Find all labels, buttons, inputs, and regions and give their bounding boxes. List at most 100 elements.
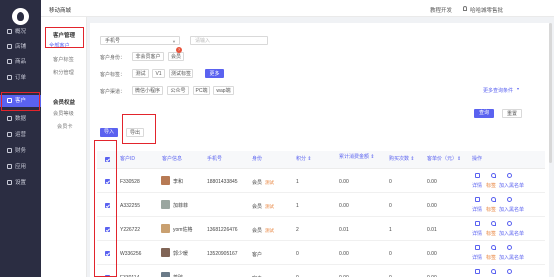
nav-item-settings[interactable]: 设置 <box>0 177 41 189</box>
bell-icon[interactable] <box>463 6 467 11</box>
customer-avg-price: 0.00 <box>427 251 437 257</box>
row-tag-link[interactable]: 标签 <box>486 230 496 237</box>
customer-avg-price: 0.01 <box>427 227 437 233</box>
sub-nav: 客户管理 全部客户 客户标签 积分管理 会员权益 会员等级 会员卡 <box>41 17 87 277</box>
user-block-icon[interactable] <box>507 245 512 250</box>
row-blacklist-link[interactable]: 加入黑名单 <box>499 206 524 213</box>
tag-icon[interactable] <box>491 269 496 274</box>
reset-button[interactable]: 重置 <box>502 109 522 118</box>
finance-icon <box>7 147 12 153</box>
tag-option-v1[interactable]: V1 <box>152 69 165 78</box>
apps-icon <box>7 163 12 169</box>
customer-orders: 0 <box>389 203 392 209</box>
highlight-box <box>94 140 117 277</box>
row-detail-link[interactable]: 详情 <box>472 254 482 261</box>
nav-label: 店铺 <box>15 44 27 50</box>
user-block-icon[interactable] <box>507 173 512 178</box>
nav-item-data[interactable]: 数据 <box>0 113 41 125</box>
highlight-box <box>45 27 84 48</box>
customer-identity: 会员 <box>252 204 263 210</box>
row-detail-link[interactable]: 详情 <box>472 182 482 189</box>
table-header: 客户ID 客户信息 手机号 身份 积分 ⇕ 累计消费金额 ⇕ 购买次数 ⇕ 客单… <box>97 151 545 169</box>
tag-option-test-tag[interactable]: 测试标签 <box>169 69 193 78</box>
tag-option-test[interactable]: 测试 <box>132 69 149 78</box>
row-tag-link[interactable]: 标签 <box>486 182 496 189</box>
subnav-item-customer-tags[interactable]: 客户标签 <box>53 56 74 63</box>
detail-icon[interactable] <box>475 269 480 274</box>
customer-total-spent: 0.00 <box>339 251 349 257</box>
main-nav: 概况 店铺 商品 订单 客户 数据 运营 财务 应用 设置 <box>0 0 41 277</box>
customer-avg-price: 0.00 <box>427 203 437 209</box>
more-filters-link[interactable]: 更多查询条件 <box>483 87 513 94</box>
nav-item-products[interactable]: 商品 <box>0 56 41 68</box>
channel-option-official-account[interactable]: 公众号 <box>167 86 189 95</box>
col-header-orders[interactable]: 购买次数 ⇕ <box>389 156 415 162</box>
nav-item-orders[interactable]: 订单 <box>0 72 41 84</box>
nav-label: 财务 <box>15 148 27 154</box>
subnav-item-member-levels[interactable]: 会员等级 <box>53 110 74 117</box>
chevron-down-icon[interactable]: ▾ <box>517 86 519 91</box>
nav-label: 商品 <box>15 59 27 65</box>
row-tag-link[interactable]: 标签 <box>486 206 496 213</box>
tag-option-more[interactable]: 更多 <box>205 69 224 78</box>
nav-item-finance[interactable]: 财务 <box>0 145 41 157</box>
channel-option-miniprogram[interactable]: 微信小程序 <box>132 86 163 95</box>
customer-phone: 13681226476 <box>207 227 238 233</box>
query-button[interactable]: 查询 <box>474 109 494 118</box>
row-blacklist-link[interactable]: 加入黑名单 <box>499 182 524 189</box>
subnav-item-points[interactable]: 积分管理 <box>53 69 74 76</box>
subnav-item-member-card[interactable]: 会员卡 <box>57 123 73 130</box>
nav-item-marketing[interactable]: 运营 <box>0 129 41 141</box>
nav-label: 设置 <box>15 180 27 186</box>
col-header-points[interactable]: 积分 ⇕ <box>296 156 312 162</box>
nav-item-store[interactable]: 店铺 <box>0 41 41 53</box>
customer-identity: 会员 <box>252 180 263 186</box>
identity-option-nonmember[interactable]: 非会员客户 <box>132 52 164 61</box>
row-blacklist-link[interactable]: 加入黑名单 <box>499 230 524 237</box>
tag-icon[interactable] <box>491 197 496 202</box>
nav-label: 运营 <box>15 132 27 138</box>
avatar <box>161 272 170 277</box>
row-detail-link[interactable]: 详情 <box>472 230 482 237</box>
detail-icon[interactable] <box>475 173 480 178</box>
user-block-icon[interactable] <box>507 197 512 202</box>
customer-phone: 13520905167 <box>207 251 238 257</box>
customer-points: 1 <box>296 203 299 209</box>
import-button[interactable]: 导入 <box>100 128 118 137</box>
member-level: 测试 <box>265 228 274 233</box>
row-detail-link[interactable]: 详情 <box>472 206 482 213</box>
account-menu[interactable]: 哈哈城零售批 <box>470 6 503 14</box>
search-input[interactable]: 请输入 <box>190 36 268 45</box>
avatar <box>161 200 170 209</box>
top-link-tutorial[interactable]: 教程开发 <box>430 6 452 14</box>
row-blacklist-link[interactable]: 加入黑名单 <box>499 254 524 261</box>
scrollbar[interactable] <box>549 23 552 163</box>
user-block-icon[interactable] <box>507 269 512 274</box>
customer-identity: 客户 <box>252 252 263 258</box>
customer-name: 李和 <box>173 179 184 185</box>
customer-avg-price: 0.00 <box>427 179 437 185</box>
tag-icon[interactable] <box>491 221 496 226</box>
user-block-icon[interactable] <box>507 221 512 226</box>
nav-item-apps[interactable]: 应用 <box>0 161 41 173</box>
col-header-total-spent[interactable]: 累计消费金额 ⇕ <box>339 154 379 160</box>
detail-icon[interactable] <box>475 221 480 226</box>
nav-label: 订单 <box>15 75 27 81</box>
tag-icon[interactable] <box>491 173 496 178</box>
col-header-avg-price[interactable]: 客单价（元）⇕ <box>427 156 461 162</box>
nav-item-overview[interactable]: 概况 <box>0 26 41 38</box>
channel-option-wap[interactable]: wap端 <box>213 86 234 95</box>
tag-icon[interactable] <box>491 245 496 250</box>
select-value: 手机号 <box>105 38 121 44</box>
detail-icon[interactable] <box>475 245 480 250</box>
subnav-group-title: 会员权益 <box>53 100 76 106</box>
nav-label: 概况 <box>15 29 27 35</box>
identity-option-member[interactable]: 会员 <box>168 52 184 61</box>
search-type-select[interactable]: 手机号 ▼ <box>100 36 180 45</box>
row-tag-link[interactable]: 标签 <box>486 254 496 261</box>
detail-icon[interactable] <box>475 197 480 202</box>
customer-orders: 1 <box>389 227 392 233</box>
customer-id: A332255 <box>120 203 141 209</box>
identity-label: 客户身份： <box>100 55 126 61</box>
channel-option-pc[interactable]: PC端 <box>193 86 210 95</box>
